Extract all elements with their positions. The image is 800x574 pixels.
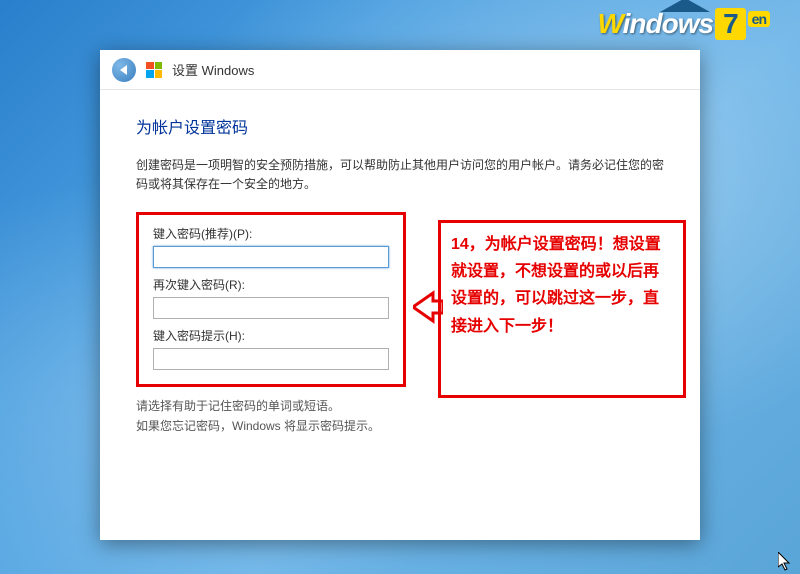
page-description: 创建密码是一项明智的安全预防措施，可以帮助防止其他用户访问您的用户帐户。请务必记… [136,156,664,194]
logo-w: W [597,8,622,39]
confirm-password-input[interactable] [153,297,389,319]
annotation-callout: 14，为帐户设置密码！想设置就设置，不想设置的或以后再设置的，可以跳过这一步，直… [438,220,686,398]
callout-arrow-icon [413,287,443,327]
watermark-logo: Windows7en [597,8,770,40]
dialog-titlebar: 设置 Windows [100,50,700,90]
page-heading: 为帐户设置密码 [136,114,664,138]
back-arrow-icon [120,65,127,75]
mouse-cursor-icon [778,552,792,572]
password-hint-label: 键入密码提示(H): [153,327,389,344]
logo-indows: indows [623,8,713,39]
password-label: 键入密码(推荐)(P): [153,225,389,242]
helper-line-1: 请选择有助于记住密码的单词或短语。 [136,397,664,416]
password-input[interactable] [153,246,389,268]
helper-line-2: 如果您忘记密码，Windows 将显示密码提示。 [136,417,664,436]
password-hint-input[interactable] [153,348,389,370]
logo-suffix: en [748,11,770,27]
callout-text: 14，为帐户设置密码！想设置就设置，不想设置的或以后再设置的，可以跳过这一步，直… [451,231,673,340]
confirm-password-label: 再次键入密码(R): [153,276,389,293]
windows-flag-icon [146,62,162,78]
hint-helper-text: 请选择有助于记住密码的单词或短语。 如果您忘记密码，Windows 将显示密码提… [136,397,664,435]
logo-7: 7 [715,8,746,40]
dialog-title: 设置 Windows [172,60,254,79]
password-form-highlight: 键入密码(推荐)(P): 再次键入密码(R): 键入密码提示(H): [136,212,406,387]
back-button[interactable] [112,58,136,82]
